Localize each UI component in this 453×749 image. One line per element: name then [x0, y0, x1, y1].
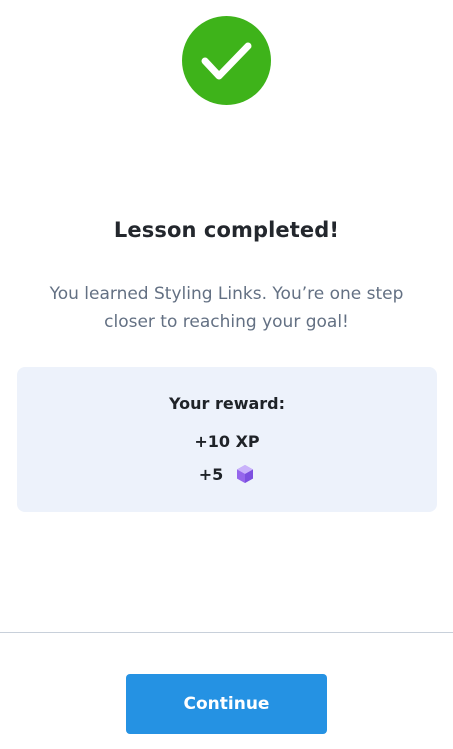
- completion-message: You learned Styling Links. You’re one st…: [49, 284, 404, 332]
- reward-heading: Your reward:: [168, 394, 286, 413]
- reward-gems-row: +5: [17, 464, 437, 484]
- reward-xp: +10 XP: [194, 432, 260, 451]
- checkmark-icon: [182, 16, 271, 105]
- footer-divider: [0, 632, 453, 633]
- completion-title: Lesson completed!: [113, 218, 340, 242]
- gem-icon: [235, 464, 255, 484]
- reward-card: Your reward: +10 XP +5: [17, 367, 437, 512]
- reward-gems-value: +5: [198, 464, 224, 484]
- lesson-complete-screen: Lesson completed! You learned Styling Li…: [0, 0, 453, 749]
- continue-button[interactable]: Continue: [126, 674, 327, 734]
